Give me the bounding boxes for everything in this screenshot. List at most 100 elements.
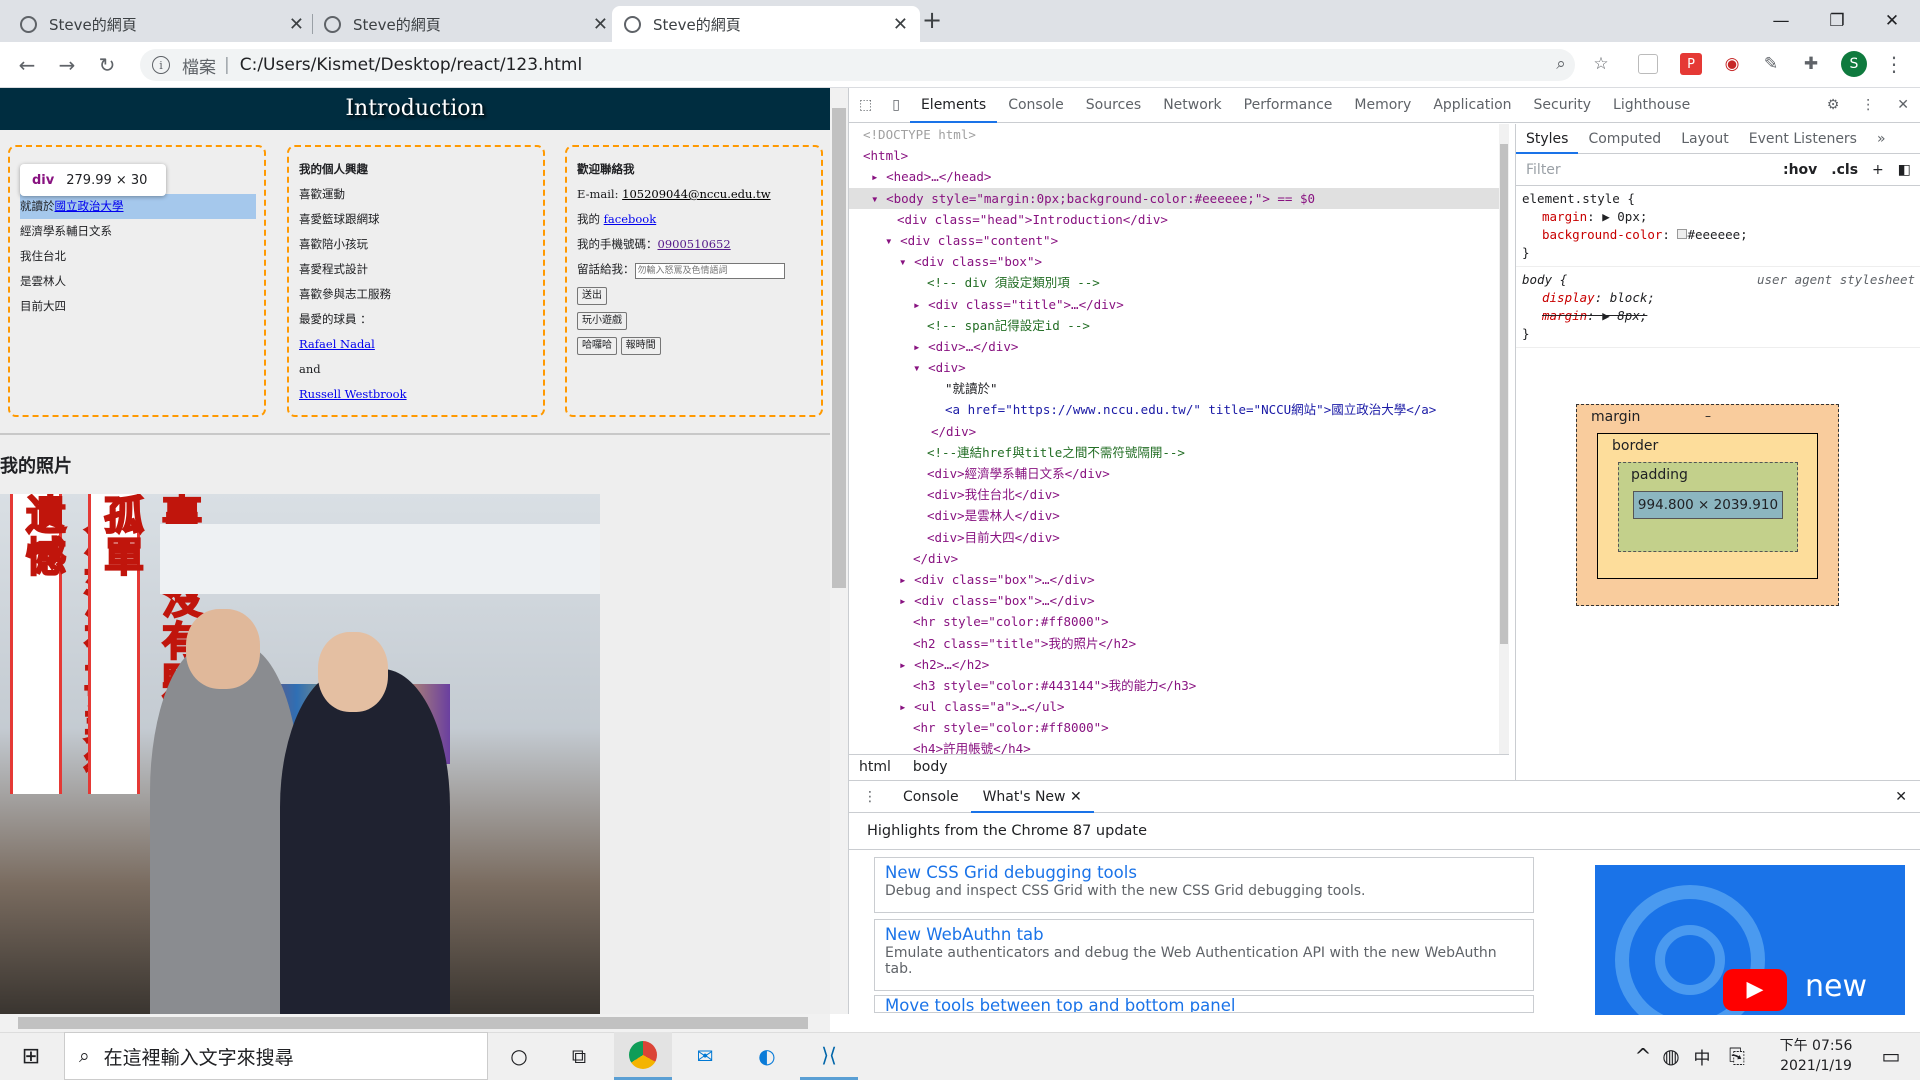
dom-node[interactable]: <div>經濟學系輔日文系</div> <box>849 463 1509 484</box>
tab-styles[interactable]: Styles <box>1516 124 1579 154</box>
css-value[interactable]: #eeeeee; <box>1687 227 1747 242</box>
item-title[interactable]: New WebAuthn tab <box>885 925 1523 945</box>
dom-node[interactable]: <div>是雲林人</div> <box>849 505 1509 526</box>
device-toolbar-icon[interactable]: ▯ <box>882 88 910 123</box>
drawer-tab-console[interactable]: Console <box>891 789 971 805</box>
maximize-button[interactable]: ❐ <box>1809 0 1865 42</box>
menu-kebab-icon[interactable]: ⋮ <box>1882 52 1906 76</box>
time-button[interactable]: 報時間 <box>620 337 661 355</box>
cortana-icon[interactable]: ○ <box>490 1032 548 1080</box>
mail-taskbar-icon[interactable]: ✉ <box>676 1032 734 1080</box>
chrome-taskbar-icon[interactable] <box>614 1032 672 1080</box>
ime-mode-icon[interactable]: ⎘ <box>1722 1032 1752 1080</box>
browser-tab[interactable]: Steve的網頁 ✕ <box>8 6 316 42</box>
browser-tab[interactable]: Steve的網頁 ✕ <box>312 6 620 42</box>
dom-node[interactable]: <div>目前大四</div> <box>849 527 1509 548</box>
close-tab-icon[interactable]: ✕ <box>893 14 908 35</box>
dom-node[interactable]: ▸ <h2>…</h2> <box>849 654 1509 675</box>
gesture-extension-icon[interactable]: ✎ <box>1759 52 1783 76</box>
filter-input[interactable]: Filter <box>1526 162 1783 178</box>
dom-node[interactable]: <html> <box>849 145 1509 166</box>
dom-node[interactable]: <hr style="color:#ff8000"> <box>849 717 1509 738</box>
whats-new-item[interactable]: Move tools between top and bottom panel <box>874 995 1534 1013</box>
dom-text[interactable]: "就讀於" <box>945 381 998 396</box>
youtube-play-icon[interactable]: ▶ <box>1723 969 1787 1011</box>
dom-node-selected[interactable]: ▾ <body style="margin:0px;background-col… <box>849 187 1509 209</box>
css-value[interactable]: ▶ 0px; <box>1602 209 1647 224</box>
page-vertical-scrollbar[interactable] <box>830 88 848 1014</box>
dom-node[interactable]: ▸ <div class="title">…</div> <box>849 294 1509 315</box>
breadcrumb-html[interactable]: html <box>859 759 891 775</box>
dom-node[interactable]: </div> <box>849 421 1509 442</box>
item-title[interactable]: New CSS Grid debugging tools <box>885 863 1523 883</box>
dom-comment[interactable]: <!-- div 須設定類別項 --> <box>927 275 1100 290</box>
new-rule-icon[interactable]: + <box>1872 162 1884 178</box>
forward-button[interactable]: → <box>52 50 82 80</box>
dom-node[interactable]: <h2 class="title">我的照片</h2> <box>849 633 1509 654</box>
drawer-menu-icon[interactable]: ⋮ <box>849 789 891 805</box>
dom-node[interactable]: ▸ <div class="box">…</div> <box>849 569 1509 590</box>
scrollbar-thumb[interactable] <box>832 108 846 588</box>
dom-node[interactable]: ▾ <div class="content"> <box>849 230 1509 251</box>
close-tab-icon[interactable]: ✕ <box>289 14 304 35</box>
settings-gear-icon[interactable]: ⚙ <box>1816 88 1851 123</box>
edge-taskbar-icon[interactable]: ◐ <box>738 1032 796 1080</box>
item-title[interactable]: Move tools between top and bottom panel <box>885 996 1523 1012</box>
whats-new-item[interactable]: New CSS Grid debugging tools Debug and i… <box>874 857 1534 913</box>
clock[interactable]: 下午 07:56 2021/1/19 <box>1766 1036 1866 1076</box>
back-button[interactable]: ← <box>12 50 42 80</box>
reload-button[interactable]: ↻ <box>92 50 122 80</box>
whats-new-video-thumbnail[interactable]: ▶ new <box>1595 865 1905 1015</box>
elements-scrollbar[interactable] <box>1499 124 1509 754</box>
hov-toggle[interactable]: :hov <box>1783 162 1817 178</box>
close-devtools-icon[interactable]: ✕ <box>1886 88 1920 123</box>
nccu-link[interactable]: 國立政治大學 <box>55 199 124 213</box>
dom-node[interactable]: ▸ <head>…</head> <box>849 166 1509 187</box>
dom-comment[interactable]: <!-- span記得設定id --> <box>927 318 1090 333</box>
extension-icon[interactable] <box>1638 54 1658 74</box>
pinterest-extension-icon[interactable]: P <box>1680 53 1702 75</box>
dom-node[interactable]: <!DOCTYPE html> <box>849 124 1509 145</box>
scrollbar-thumb[interactable] <box>1500 144 1508 644</box>
game-button[interactable]: 玩小遊戲 <box>577 312 627 330</box>
bookmark-star-icon[interactable]: ☆ <box>1589 52 1613 76</box>
whats-new-item[interactable]: New WebAuthn tab Emulate authenticators … <box>874 919 1534 991</box>
dom-node[interactable]: </div> <box>849 548 1509 569</box>
email-link[interactable]: 105209044@nccu.edu.tw <box>622 187 770 201</box>
info-icon[interactable]: i <box>152 56 170 74</box>
dom-node[interactable]: ▸ <div class="box">…</div> <box>849 590 1509 611</box>
network-icon[interactable]: ◍ <box>1656 1032 1686 1080</box>
tab-security[interactable]: Security <box>1523 88 1603 123</box>
ime-indicator[interactable]: 中 <box>1686 1032 1718 1080</box>
tab-layout[interactable]: Layout <box>1671 124 1739 154</box>
tab-elements[interactable]: Elements <box>909 88 998 123</box>
close-drawer-icon[interactable]: ✕ <box>1881 789 1920 805</box>
dom-node[interactable]: ▸ <ul class="a">…</ul> <box>849 696 1509 717</box>
hello-button[interactable]: 哈囉哈 <box>577 337 617 355</box>
show-hidden-icons[interactable]: ^ <box>1628 1032 1658 1080</box>
dom-node[interactable]: ▾ <div> <box>849 357 1509 378</box>
color-swatch[interactable] <box>1677 229 1688 239</box>
css-prop[interactable]: margin <box>1542 209 1587 224</box>
address-bar[interactable]: i 檔案 | C:/Users/Kismet/Desktop/react/123… <box>140 49 1575 81</box>
tab-sources[interactable]: Sources <box>1075 88 1152 123</box>
margin-value[interactable]: – <box>1705 409 1711 423</box>
notification-icon[interactable]: ▭ <box>1866 1032 1916 1080</box>
player-link[interactable]: Rafael Nadal <box>299 337 375 351</box>
tab-network[interactable]: Network <box>1152 88 1232 123</box>
tab-console[interactable]: Console <box>997 88 1075 123</box>
drawer-tab-whats-new[interactable]: What's New ✕ <box>970 781 1094 813</box>
submit-button[interactable]: 送出 <box>577 287 607 305</box>
devtools-menu-icon[interactable]: ⋮ <box>1850 88 1886 123</box>
close-tab-icon[interactable]: ✕ <box>593 14 608 35</box>
browser-tab-active[interactable]: Steve的網頁 ✕ <box>612 6 920 42</box>
close-window-button[interactable]: ✕ <box>1864 0 1920 42</box>
box-model-content[interactable]: 994.800 × 2039.910 <box>1633 491 1783 519</box>
tab-application[interactable]: Application <box>1422 88 1522 123</box>
minimize-button[interactable]: — <box>1753 0 1809 42</box>
tab-event-listeners[interactable]: Event Listeners <box>1739 124 1867 154</box>
toggle-sidebar-icon[interactable]: ◧ <box>1898 162 1911 178</box>
styles-filter[interactable]: Filter :hov .cls + ◧ <box>1516 154 1920 186</box>
breadcrumb-body[interactable]: body <box>913 759 948 775</box>
task-view-icon[interactable]: ⧉ <box>550 1032 608 1080</box>
